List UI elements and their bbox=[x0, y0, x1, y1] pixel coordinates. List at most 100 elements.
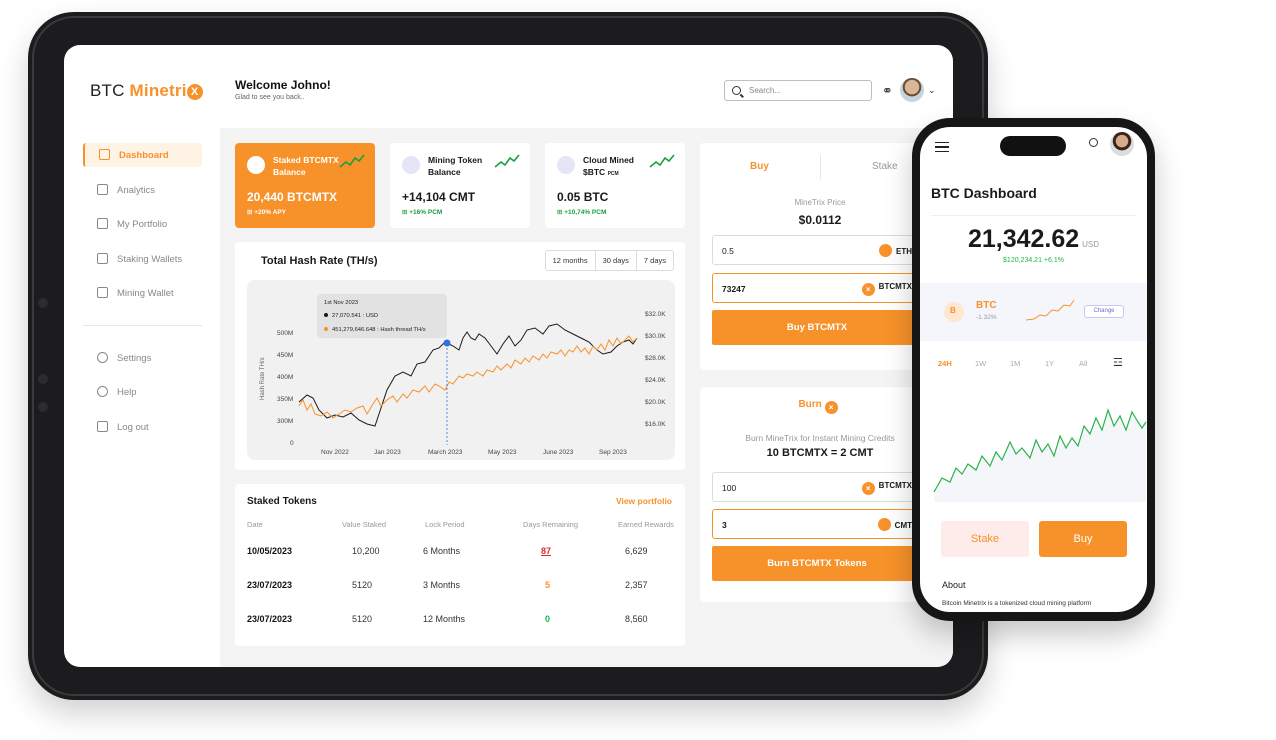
burn-panel: Burn × Burn MineTrix for Instant Mining … bbox=[700, 387, 940, 602]
stat-value: +14,104 CMT bbox=[402, 190, 476, 204]
sidebar-item-settings[interactable]: Settings bbox=[83, 346, 202, 370]
welcome-title: Welcome Johno! bbox=[235, 78, 331, 92]
app-logo[interactable]: BTC Minetri X bbox=[90, 81, 203, 101]
range-all[interactable]: All bbox=[1079, 359, 1087, 368]
sparkline-icon bbox=[649, 154, 675, 168]
pay-amount-field[interactable]: 0.5 ETH bbox=[712, 235, 922, 265]
coin-row[interactable]: BTC -1.32% Change bbox=[920, 283, 1147, 341]
notification-bell-icon[interactable]: ⚭ bbox=[882, 83, 893, 99]
range-1m[interactable]: 1M bbox=[1010, 359, 1020, 368]
sidebar-item-label: Log out bbox=[117, 422, 149, 433]
phone-title: BTC Dashboard bbox=[931, 185, 1037, 201]
chevron-down-icon[interactable]: ⌄ bbox=[928, 85, 936, 96]
token-icon bbox=[402, 156, 420, 174]
receive-amount-field[interactable]: 73247 × BTCMTX bbox=[712, 273, 922, 303]
left-tick: 400M bbox=[277, 374, 293, 381]
stat-card-cloud-mined[interactable]: Cloud Mined $BTC PCM 0.05 BTC ⊞ +10,74% … bbox=[545, 143, 685, 228]
right-tick: $16.0K bbox=[645, 421, 666, 428]
tab-12-months[interactable]: 12 months bbox=[546, 251, 596, 270]
sidebar-item-mining-wallet[interactable]: Mining Wallet bbox=[83, 281, 202, 305]
pay-currency: ETH bbox=[896, 247, 912, 256]
price-value: $0.0112 bbox=[798, 213, 842, 227]
chart-icon bbox=[97, 287, 108, 298]
sidebar-item-help[interactable]: Help bbox=[83, 380, 202, 404]
tab-divider bbox=[820, 155, 821, 179]
range-1w[interactable]: 1W bbox=[975, 359, 986, 368]
bitcoin-icon bbox=[944, 302, 964, 322]
sidebar-item-label: Help bbox=[117, 387, 137, 398]
left-tick: 0 bbox=[290, 440, 294, 447]
column-header: Value Staked bbox=[342, 520, 387, 529]
sparkline-icon bbox=[339, 154, 365, 168]
change-coin-button[interactable]: Change bbox=[1084, 305, 1124, 318]
sidebar-item-label: My Portfolio bbox=[117, 219, 168, 230]
cell-date: 23/07/2023 bbox=[247, 580, 293, 590]
currency-selector[interactable]: × BTCMTX bbox=[861, 282, 912, 296]
x-tick: Nov 2022 bbox=[321, 449, 349, 456]
cell-date: 10/05/2023 bbox=[247, 546, 293, 556]
stat-card-staked[interactable]: Staked BTCMTX Balance 20,440 BTCMTX ⊞ +2… bbox=[235, 143, 375, 228]
sparkline-icon bbox=[494, 154, 520, 168]
column-header: Days Remaining bbox=[523, 520, 579, 529]
device-mockup-stage: BTC Minetri X Welcome Johno! Glad to see … bbox=[0, 0, 1276, 740]
receive-currency: BTCMTX bbox=[878, 282, 912, 291]
cell-reward: 6,629 bbox=[625, 546, 648, 556]
x-tick: March 2023 bbox=[428, 449, 463, 456]
cell-lock: 6 Months bbox=[423, 546, 461, 556]
currency-selector[interactable]: ETH bbox=[879, 244, 912, 257]
view-portfolio-link[interactable]: View portfolio bbox=[616, 496, 672, 506]
cell-reward: 2,357 bbox=[625, 580, 648, 590]
logo-name: Minetri bbox=[129, 81, 187, 100]
chart-marker[interactable] bbox=[443, 339, 451, 347]
gear-icon bbox=[97, 352, 108, 363]
buy-button[interactable]: Buy bbox=[1039, 521, 1127, 557]
tab-30-days[interactable]: 30 days bbox=[596, 251, 637, 270]
sidebar-item-portfolio[interactable]: My Portfolio bbox=[83, 212, 202, 236]
phone-screen: BTC Dashboard 21,342.62 USD $120,234.21 +… bbox=[920, 127, 1147, 612]
currency-selector[interactable]: CMT bbox=[877, 518, 912, 531]
tab-stake[interactable]: Stake bbox=[872, 161, 898, 172]
hash-rate-chart[interactable]: Hash Rate TH/s 500M 450M 400M 350M 300M … bbox=[247, 280, 675, 460]
stat-delta: ⊞ +10,74% PCM bbox=[557, 209, 607, 216]
column-header: Date bbox=[247, 520, 263, 529]
sidebar-item-logout[interactable]: Log out bbox=[83, 415, 202, 439]
burn-currency: BTCMTX bbox=[878, 481, 912, 490]
tab-buy[interactable]: Buy bbox=[750, 161, 769, 172]
search-input[interactable]: Search... bbox=[724, 80, 872, 101]
hash-rate-svg: Hash Rate TH/s 500M 450M 400M 350M 300M … bbox=[260, 294, 666, 456]
user-avatar[interactable] bbox=[900, 78, 924, 102]
filter-sliders-icon[interactable]: ☲ bbox=[1113, 356, 1123, 369]
stat-card-mining-token[interactable]: Mining Token Balance +14,104 CMT ⊞ +16% … bbox=[390, 143, 530, 228]
menu-icon[interactable] bbox=[935, 142, 949, 152]
range-24h[interactable]: 24H bbox=[938, 359, 952, 368]
tab-7-days[interactable]: 7 days bbox=[637, 251, 673, 270]
sidebar-item-staking-wallets[interactable]: Staking Wallets bbox=[83, 247, 202, 271]
logout-icon bbox=[97, 421, 108, 432]
search-placeholder: Search... bbox=[749, 86, 782, 95]
btc-price: 21,342.62 bbox=[967, 225, 1080, 253]
sidebar-item-dashboard[interactable]: Dashboard bbox=[83, 143, 202, 167]
cell-days: 5 bbox=[545, 580, 551, 590]
main-content: Staked BTCMTX Balance 20,440 BTCMTX ⊞ +2… bbox=[220, 128, 953, 667]
range-1y[interactable]: 1Y bbox=[1045, 359, 1054, 368]
search-icon[interactable] bbox=[1089, 138, 1098, 147]
column-header: Earned Rewards bbox=[618, 520, 674, 529]
x-tick: Sep 2023 bbox=[599, 449, 627, 456]
sidebar-item-analytics[interactable]: Analytics bbox=[83, 178, 202, 202]
stake-button[interactable]: Stake bbox=[941, 521, 1029, 557]
cell-days: 0 bbox=[545, 614, 551, 624]
credit-amount-field[interactable]: 3 CMT bbox=[712, 509, 922, 539]
phone-price-chart[interactable] bbox=[920, 382, 1147, 502]
wallet-icon bbox=[247, 156, 265, 174]
sidebar-item-label: Settings bbox=[117, 353, 152, 364]
user-avatar[interactable] bbox=[1110, 132, 1134, 156]
buy-btcmtx-button[interactable]: Buy BTCMTX bbox=[712, 310, 922, 345]
burn-amount-field[interactable]: 100 × BTCMTX bbox=[712, 472, 922, 502]
tablet-sensor bbox=[38, 374, 48, 384]
stat-delta: ⊞ +20% APY bbox=[247, 209, 287, 216]
stat-delta: ⊞ +16% PCM bbox=[402, 209, 443, 216]
currency-selector[interactable]: × BTCMTX bbox=[861, 481, 912, 495]
burn-btcmtx-button[interactable]: Burn BTCMTX Tokens bbox=[712, 546, 922, 581]
left-tick: 350M bbox=[277, 396, 293, 403]
column-header: Lock Period bbox=[425, 520, 465, 529]
